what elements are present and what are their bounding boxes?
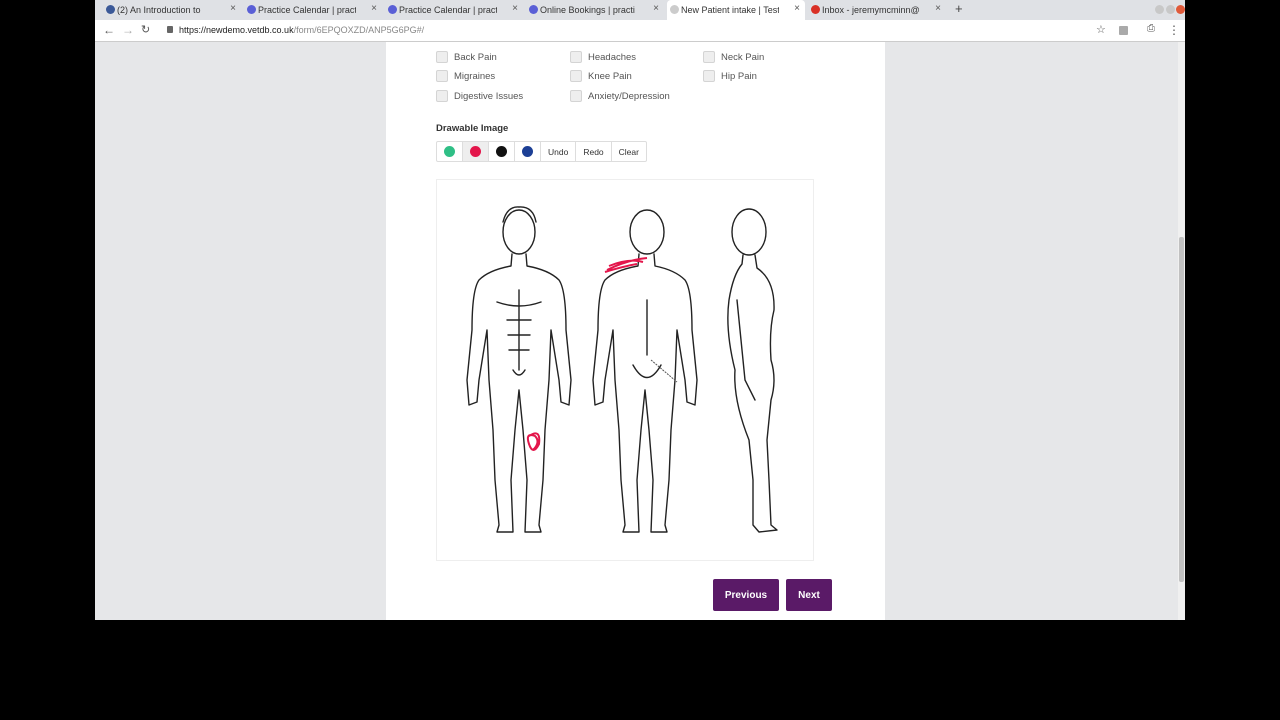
condition-checkbox[interactable] xyxy=(436,51,448,63)
condition-checkbox[interactable] xyxy=(570,90,582,102)
color-swatch[interactable] xyxy=(489,142,515,161)
condition-option[interactable]: Hip Pain xyxy=(703,70,757,82)
back-icon[interactable]: ← xyxy=(103,23,115,37)
close-tab-icon[interactable]: × xyxy=(512,3,518,14)
printer-icon[interactable]: ⎙ xyxy=(1147,23,1155,34)
condition-label: Anxiety/Depression xyxy=(588,90,670,102)
address-toolbar: ← → ↻ https://newdemo.vetdb.co.uk/form/6… xyxy=(95,20,1185,42)
tab-strip: (2) An Introduction to × Practice Calendar… xyxy=(95,0,1185,20)
clear-button[interactable]: Clear xyxy=(612,142,646,161)
condition-checkbox[interactable] xyxy=(703,70,715,82)
close-window-icon[interactable] xyxy=(1176,5,1185,14)
reload-icon[interactable]: ↻ xyxy=(141,23,150,36)
color-swatch[interactable] xyxy=(463,142,489,161)
tab-title: Practice Calendar | practi xyxy=(399,5,497,15)
url-path: /form/6EPQOXZD/ANP5G6PG#/ xyxy=(293,25,425,35)
condition-label: Back Pain xyxy=(454,51,497,63)
color-swatch[interactable] xyxy=(515,142,541,161)
scrollbar-thumb[interactable] xyxy=(1179,237,1184,582)
forward-icon[interactable]: → xyxy=(122,23,134,37)
browser-tab[interactable]: Practice Calendar | practi × xyxy=(385,0,523,20)
tab-favicon-icon xyxy=(388,5,397,14)
condition-checkbox[interactable] xyxy=(703,51,715,63)
color-dot xyxy=(444,146,455,157)
condition-option[interactable]: Digestive Issues xyxy=(436,90,523,102)
redo-button[interactable]: Redo xyxy=(576,142,612,161)
tab-title: Inbox - jeremymcminn@ xyxy=(822,5,920,15)
intake-form-page: Back Pain Headaches Neck Pain Migraines Knee… xyxy=(386,42,885,620)
condition-label: Hip Pain xyxy=(721,70,757,82)
drawing-toolbar: Undo Redo Clear xyxy=(436,141,647,162)
undo-button[interactable]: Undo xyxy=(541,142,577,161)
color-swatches xyxy=(437,142,541,161)
condition-option[interactable]: Anxiety/Depression xyxy=(570,90,670,102)
browser-tab[interactable]: (2) An Introduction to × xyxy=(103,0,241,20)
browser-window: (2) An Introduction to × Practice Calendar… xyxy=(95,0,1185,620)
condition-label: Headaches xyxy=(588,51,637,63)
bookmark-star-icon[interactable]: ☆ xyxy=(1096,23,1106,36)
condition-checkbox[interactable] xyxy=(570,70,582,82)
drawable-image-label: Drawable Image xyxy=(436,123,509,134)
close-tab-icon[interactable]: × xyxy=(230,3,236,14)
url-field[interactable]: https://newdemo.vetdb.co.uk/form/6EPQOXZ… xyxy=(179,25,424,35)
condition-label: Migraines xyxy=(454,70,496,82)
browser-tab[interactable]: Practice Calendar | practi × xyxy=(244,0,382,20)
previous-button[interactable]: Previous xyxy=(713,579,779,611)
body-drawing-canvas[interactable] xyxy=(436,179,814,561)
page-scrollbar[interactable] xyxy=(1178,42,1185,620)
color-dot xyxy=(470,146,481,157)
condition-checkbox[interactable] xyxy=(570,51,582,63)
tab-favicon-icon xyxy=(529,5,538,14)
next-button[interactable]: Next xyxy=(786,579,832,611)
body-outline-figures xyxy=(466,206,778,533)
condition-option[interactable]: Neck Pain xyxy=(703,51,764,63)
tab-favicon-icon xyxy=(106,5,115,14)
close-tab-icon[interactable]: × xyxy=(371,3,377,14)
color-dot xyxy=(522,146,533,157)
url-host: https://newdemo.vetdb.co.uk xyxy=(179,25,294,35)
browser-tab[interactable]: Online Bookings | practi × xyxy=(526,0,664,20)
menu-kebab-icon[interactable]: ⋮ xyxy=(1168,23,1180,37)
maximize-window-icon[interactable] xyxy=(1166,5,1175,14)
tab-title: Practice Calendar | practi xyxy=(258,5,356,15)
minimize-window-icon[interactable] xyxy=(1155,5,1164,14)
condition-option[interactable]: Back Pain xyxy=(436,51,497,63)
lock-icon xyxy=(167,26,173,33)
color-swatch[interactable] xyxy=(437,142,463,161)
tab-favicon-icon xyxy=(670,5,679,14)
condition-option[interactable]: Migraines xyxy=(436,70,495,82)
tab-favicon-icon xyxy=(247,5,256,14)
front-body-figure xyxy=(466,206,572,533)
close-tab-icon[interactable]: × xyxy=(935,3,941,14)
close-tab-icon[interactable]: × xyxy=(794,3,800,14)
condition-label: Neck Pain xyxy=(721,51,765,63)
condition-label: Digestive Issues xyxy=(454,90,524,102)
color-dot xyxy=(496,146,507,157)
condition-label: Knee Pain xyxy=(588,70,632,82)
extension-icon[interactable] xyxy=(1119,26,1128,35)
condition-checkbox[interactable] xyxy=(436,90,448,102)
side-body-figure xyxy=(727,208,778,533)
browser-tab[interactable]: New Patient intake | Test × xyxy=(667,0,805,20)
tab-title: New Patient intake | Test xyxy=(681,5,779,15)
condition-option[interactable]: Knee Pain xyxy=(570,70,632,82)
tab-favicon-icon xyxy=(811,5,820,14)
condition-option[interactable]: Headaches xyxy=(570,51,636,63)
condition-checkbox[interactable] xyxy=(436,70,448,82)
browser-tab[interactable]: Inbox - jeremymcminn@ × xyxy=(808,0,946,20)
tab-title: (2) An Introduction to xyxy=(117,5,201,15)
close-tab-icon[interactable]: × xyxy=(653,3,659,14)
new-tab-button[interactable]: + xyxy=(955,1,963,16)
tab-title: Online Bookings | practi xyxy=(540,5,635,15)
